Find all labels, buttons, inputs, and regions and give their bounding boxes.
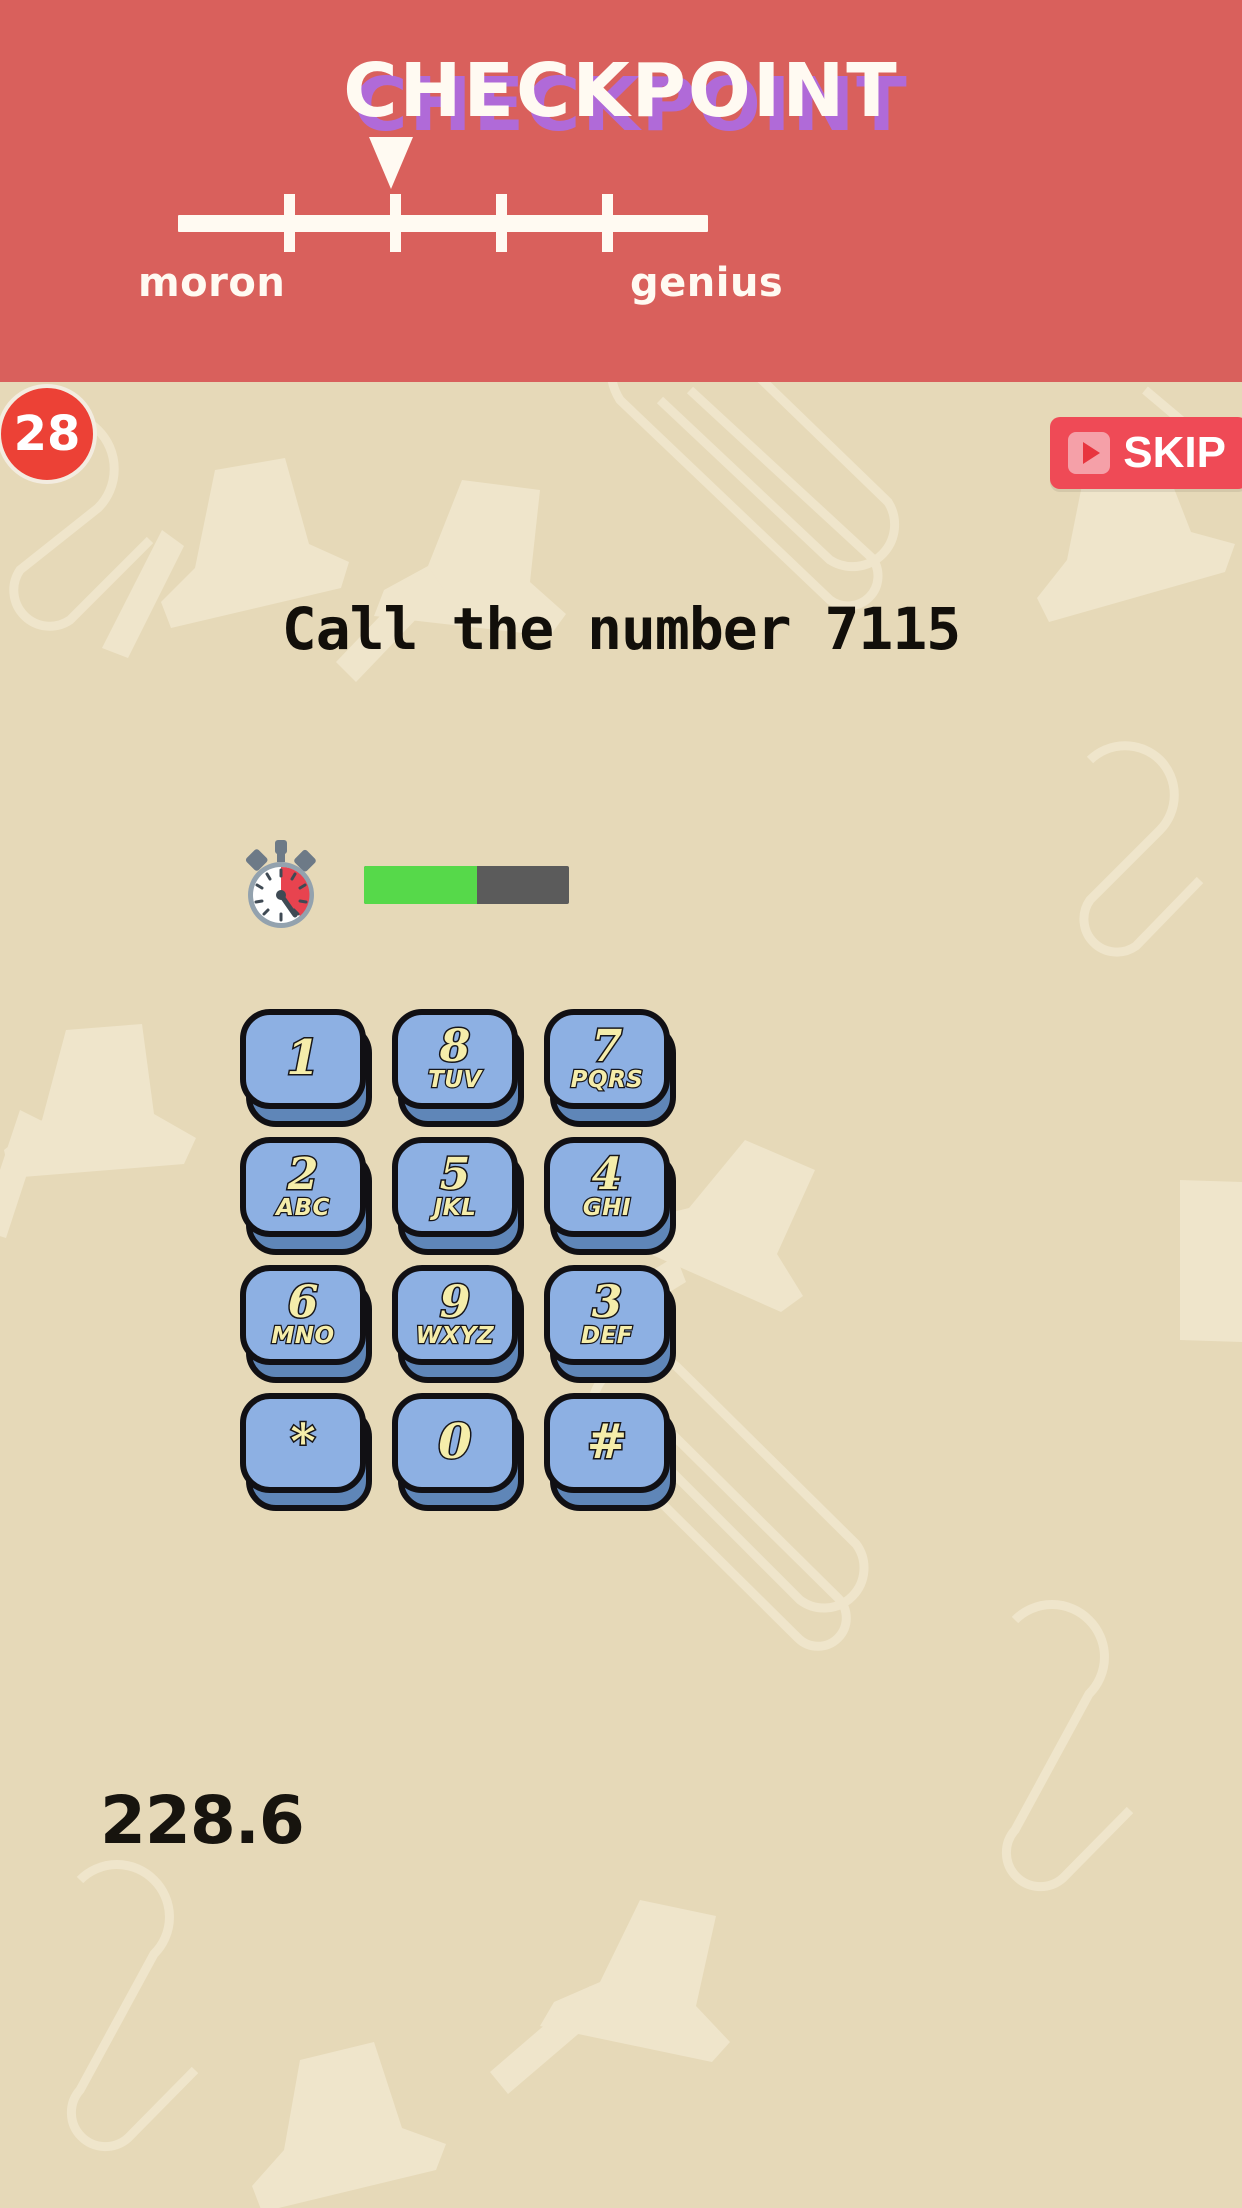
keypad-key-hash[interactable]: #: [532, 1384, 684, 1512]
key-digit-label: #: [585, 1414, 628, 1471]
keypad-key-3[interactable]: 3 DEF: [532, 1256, 684, 1384]
level-badge: 28: [0, 384, 97, 484]
key-letters-label: TUV: [427, 1067, 483, 1094]
meter-tick: [602, 194, 613, 252]
key-digit-label: 4: [590, 1148, 624, 1200]
key-face: 0: [392, 1393, 518, 1493]
timer-progress-fill: [364, 866, 477, 904]
meter-tick: [390, 194, 401, 252]
meter-pointer-icon: [369, 137, 413, 189]
question-prompt: Call the number 7115: [281, 595, 961, 663]
key-letters-label: GHI: [582, 1195, 632, 1222]
key-digit-label: *: [289, 1414, 317, 1471]
checkpoint-header: CHECKPOINT moron genius: [0, 0, 1242, 382]
keypad-key-4[interactable]: 4 GHI: [532, 1128, 684, 1256]
meter-tick: [284, 194, 295, 252]
key-face: 6 MNO: [240, 1265, 366, 1365]
keypad-key-5[interactable]: 5 JKL: [380, 1128, 532, 1256]
meter-line: [178, 215, 708, 232]
keypad-key-6[interactable]: 6 MNO: [228, 1256, 380, 1384]
key-letters-label: ABC: [275, 1195, 331, 1222]
key-digit-label: 7: [590, 1020, 624, 1072]
phone-keypad[interactable]: 1 8 TUV 7 PQRS 2 ABC 5 JKL 4 GHI 6 MNO 9 WXYZ 3 DEF * 0 #: [228, 1000, 698, 1512]
score-timer-value: 228.6: [100, 1782, 305, 1859]
key-letters-label: PQRS: [569, 1067, 644, 1094]
level-number: 28: [13, 406, 81, 462]
key-digit-label: 5: [438, 1148, 472, 1200]
key-face: 8 TUV: [392, 1009, 518, 1109]
key-face: 4 GHI: [544, 1137, 670, 1237]
keypad-key-star[interactable]: *: [228, 1384, 380, 1512]
timer-row: [240, 840, 569, 930]
key-letters-label: MNO: [270, 1323, 335, 1350]
key-digit-label: 2: [286, 1148, 320, 1200]
key-letters-label: WXYZ: [415, 1323, 495, 1350]
key-digit-label: 8: [438, 1020, 472, 1072]
key-digit-label: 1: [285, 1030, 321, 1087]
key-face: 5 JKL: [392, 1137, 518, 1237]
timer-progress-bar: [364, 866, 569, 904]
keypad-key-0[interactable]: 0: [380, 1384, 532, 1512]
key-digit-label: 0: [437, 1414, 473, 1471]
meter-tick: [496, 194, 507, 252]
key-digit-label: 9: [438, 1276, 472, 1328]
play-icon: [1068, 432, 1111, 474]
key-letters-label: DEF: [580, 1323, 634, 1350]
keypad-key-7[interactable]: 7 PQRS: [532, 1000, 684, 1128]
key-face: #: [544, 1393, 670, 1493]
key-face: 2 ABC: [240, 1137, 366, 1237]
key-letters-label: JKL: [432, 1195, 477, 1222]
key-face: 1: [240, 1009, 366, 1109]
key-digit-label: 3: [590, 1276, 624, 1328]
meter-label-low: moron: [138, 260, 286, 306]
key-face: 9 WXYZ: [392, 1265, 518, 1365]
keypad-key-1[interactable]: 1: [228, 1000, 380, 1128]
stopwatch-icon: [245, 840, 316, 928]
skip-button[interactable]: SKIP: [1050, 417, 1242, 489]
keypad-key-2[interactable]: 2 ABC: [228, 1128, 380, 1256]
skip-button-label: SKIP: [1123, 428, 1226, 477]
key-face: *: [240, 1393, 366, 1493]
key-face: 7 PQRS: [544, 1009, 670, 1109]
key-face: 3 DEF: [544, 1265, 670, 1365]
keypad-key-8[interactable]: 8 TUV: [380, 1000, 532, 1128]
page-title: CHECKPOINT: [343, 48, 899, 134]
key-digit-label: 6: [286, 1276, 320, 1328]
meter-label-high: genius: [630, 260, 784, 306]
keypad-key-9[interactable]: 9 WXYZ: [380, 1256, 532, 1384]
